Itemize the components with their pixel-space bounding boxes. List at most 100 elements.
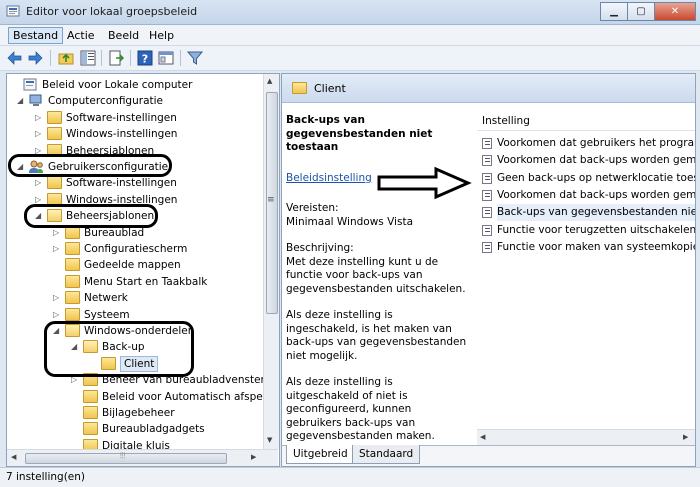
title-bar: Editor voor lokaal groepsbeleid ▁ ▢ ✕	[0, 0, 700, 25]
setting-icon	[482, 172, 492, 184]
setting-row[interactable]: Geen back-ups op netwerklocatie toestaan	[480, 170, 695, 187]
policy-icon	[23, 78, 38, 91]
column-header-instelling[interactable]: Instelling	[477, 112, 695, 131]
setting-row[interactable]: Voorkomen dat back-ups worden gemaakt	[480, 152, 696, 169]
list-horizontal-scrollbar[interactable]: ◀ ▶	[477, 429, 695, 445]
minimize-icon: ▁	[610, 6, 618, 17]
menu-help[interactable]: Help	[145, 28, 178, 43]
gpedit-app-icon	[6, 5, 20, 17]
window-title: Editor voor lokaal groepsbeleid	[26, 5, 198, 18]
hscroll-grip-icon: ⦙⦙⦙	[120, 451, 126, 460]
details-pane: Client Back-ups van gegevensbestanden ni…	[281, 73, 696, 467]
close-button[interactable]: ✕	[654, 2, 696, 21]
annotation-oval-back-up-client	[44, 321, 194, 377]
setting-label: Functie voor terugzetten uitschakelen	[497, 223, 696, 236]
tree-pane: Beleid voor Lokale computer ◢ Computerconf…	[6, 73, 280, 467]
scroll-left-icon[interactable]: ◀	[11, 453, 16, 461]
folder-icon	[83, 422, 98, 436]
tree-item-label: Beleid voor Automatisch afspelen	[102, 390, 279, 403]
setting-row[interactable]: Functie voor maken van systeemkopie uits…	[480, 239, 695, 256]
tree-item-label: Software-instellingen	[66, 177, 177, 190]
status-text: 7 instelling(en)	[6, 471, 86, 483]
menu-bestand[interactable]: Bestand	[8, 27, 64, 44]
folder-icon	[65, 242, 80, 255]
tree-item-label: Bureaubladgadgets	[102, 423, 205, 436]
setting-icon	[482, 155, 492, 167]
filter-icon[interactable]	[187, 50, 203, 66]
up-folder-icon[interactable]	[58, 50, 74, 66]
description-para-2: Als deze instelling is ingeschakeld, is …	[286, 309, 467, 362]
list-scroll-right-icon[interactable]: ▶	[683, 433, 688, 441]
setting-row[interactable]: Voorkomen dat gebruikers het programma	[480, 135, 695, 152]
tree-horizontal-scrollbar[interactable]: ◀ ⦙⦙⦙ ▶	[7, 449, 278, 466]
policy-heading: Back-ups van gegevensbestanden niet toes…	[286, 114, 433, 153]
scroll-up-icon[interactable]: ▲	[267, 77, 272, 85]
tree-item-label: Software-instellingen	[66, 111, 177, 124]
menu-beeld[interactable]: Beeld	[104, 28, 143, 43]
back-arrow-icon[interactable]	[7, 50, 23, 66]
tree-item-label: Beleid voor Lokale computer	[42, 79, 193, 91]
tree-hscroll-thumb[interactable]: ⦙⦙⦙	[25, 451, 227, 464]
tree-scroll-thumb[interactable]: ≡	[266, 92, 278, 314]
setting-label: Back-ups van gegevensbestanden niet toes…	[497, 204, 695, 222]
list-scroll-left-icon[interactable]: ◀	[480, 433, 485, 441]
details-header: Client	[282, 74, 695, 103]
view-tabs: Uitgebreid Standaard	[282, 445, 695, 466]
annotation-arrow	[377, 166, 472, 200]
tree-item-label: Configuratiescherm	[84, 243, 188, 255]
tree-item-label: Computerconfiguratie	[48, 95, 163, 108]
export-list-icon[interactable]	[108, 50, 124, 66]
folder-icon	[292, 82, 307, 94]
setting-label: Voorkomen dat back-ups worden gemaakt	[497, 154, 696, 167]
forward-arrow-icon[interactable]	[27, 50, 43, 66]
svg-text:?: ?	[142, 53, 148, 66]
tree-expander-icon[interactable]: ▷	[35, 110, 44, 126]
tree-item-label: Gedeelde mappen	[84, 259, 181, 272]
setting-row[interactable]: Functie voor terugzetten uitschakelen	[480, 222, 696, 239]
description-para-3: Als deze instelling is uitgeschakeld of …	[286, 376, 435, 442]
details-header-title: Client	[314, 82, 346, 95]
folder-icon	[47, 127, 62, 141]
menu-actie[interactable]: Actie	[63, 28, 99, 43]
setting-row[interactable]: Voorkomen dat back-ups worden gemaakt	[480, 187, 695, 204]
tree-vertical-scrollbar[interactable]: ▲ ≡ ▼	[263, 74, 279, 449]
scroll-down-icon[interactable]: ▼	[267, 436, 272, 444]
setting-label: Geen back-ups op netwerklocatie toestaan	[497, 171, 695, 184]
tree-expander-icon[interactable]: ▷	[35, 126, 44, 142]
setting-row[interactable]: Back-ups van gegevensbestanden niet toes…	[480, 204, 695, 222]
folder-icon	[83, 406, 98, 419]
tree-expander-icon[interactable]: ▷	[53, 290, 62, 306]
tree-item-label: Menu Start en Taakbalk	[84, 275, 208, 288]
tree-item-label: Bijlagebeheer	[102, 407, 175, 419]
menu-bar: Bestand Actie Beeld Help	[0, 25, 700, 46]
folder-icon	[47, 110, 62, 124]
tree-expander-icon[interactable]: ▷	[35, 175, 44, 191]
minimize-button[interactable]: ▁	[600, 2, 628, 21]
setting-icon	[482, 241, 492, 253]
column-header-label: Instelling	[482, 115, 530, 127]
show-hide-tree-icon[interactable]	[80, 50, 96, 66]
folder-icon	[47, 176, 62, 190]
properties-icon[interactable]	[158, 50, 174, 66]
tab-standaard[interactable]: Standaard	[352, 445, 421, 464]
annotation-oval-beheersjablonen	[24, 204, 158, 228]
setting-label: Voorkomen dat gebruikers het programma	[497, 137, 695, 149]
policy-setting-link[interactable]: Beleidsinstelling	[286, 172, 372, 184]
tab-uitgebreid[interactable]: Uitgebreid	[286, 445, 355, 464]
help-icon[interactable]: ?	[137, 50, 153, 66]
settings-list: Instelling Voorkomen dat gebruikers het …	[477, 108, 695, 448]
description-label: Beschrijving:	[286, 242, 354, 254]
scroll-right-icon[interactable]: ▶	[251, 453, 256, 461]
maximize-icon: ▢	[636, 6, 646, 17]
close-icon: ✕	[670, 6, 680, 17]
folder-icon	[65, 274, 80, 288]
tree-expander-icon[interactable]: ▷	[53, 241, 62, 257]
scroll-grip-icon: ≡	[267, 195, 275, 205]
tree-expander-icon[interactable]: ◢	[17, 93, 26, 109]
maximize-button[interactable]: ▢	[627, 2, 655, 21]
folder-icon	[83, 389, 98, 403]
setting-icon	[482, 138, 492, 149]
setting-icon	[482, 189, 492, 201]
setting-icon	[482, 207, 492, 219]
computer-icon	[29, 94, 44, 107]
